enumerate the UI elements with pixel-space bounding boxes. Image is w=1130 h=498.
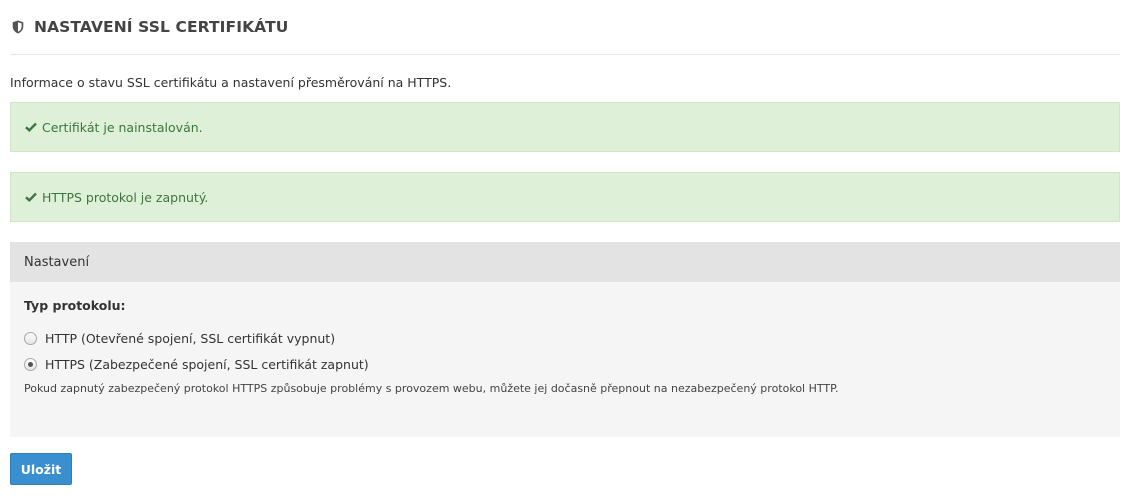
page-header: NASTAVENÍ SSL CERTIFIKÁTU xyxy=(10,0,1120,55)
page-title: NASTAVENÍ SSL CERTIFIKÁTU xyxy=(34,18,289,36)
radio-https[interactable]: HTTPS (Zabezpečené spojení, SSL certifik… xyxy=(24,355,1106,373)
radio-button-http[interactable] xyxy=(24,331,37,345)
protocol-radio-group: HTTP (Otevřené spojení, SSL certifikát v… xyxy=(24,329,1106,373)
alert-text: Certifikát je nainstalován. xyxy=(42,119,203,135)
protocol-type-label: Typ protokolu: xyxy=(24,298,126,313)
alert-certificate-installed: Certifikát je nainstalován. xyxy=(10,102,1120,152)
ssl-settings-page: NASTAVENÍ SSL CERTIFIKÁTU Informace o st… xyxy=(0,0,1130,498)
shield-icon xyxy=(12,20,26,34)
save-button[interactable]: Uložit xyxy=(10,453,72,485)
radio-label-https: HTTPS (Zabezpečené spojení, SSL certifik… xyxy=(45,356,369,372)
radio-label-http: HTTP (Otevřené spojení, SSL certifikát v… xyxy=(45,330,336,346)
check-icon xyxy=(25,192,38,203)
intro-text: Informace o stavu SSL certifikátu a nast… xyxy=(10,75,452,90)
radio-button-https[interactable] xyxy=(24,357,37,371)
panel-heading: Nastavení xyxy=(10,242,1120,282)
radio-http[interactable]: HTTP (Otevřené spojení, SSL certifikát v… xyxy=(24,329,1106,347)
alert-text: HTTPS protokol je zapnutý. xyxy=(42,189,209,205)
help-text: Pokud zapnutý zabezpečený protokol HTTPS… xyxy=(24,382,839,395)
alert-https-enabled: HTTPS protokol je zapnutý. xyxy=(10,172,1120,222)
check-icon xyxy=(25,122,38,133)
panel-body: Typ protokolu: HTTP (Otevřené spojení, S… xyxy=(10,282,1120,396)
settings-panel: Nastavení Typ protokolu: HTTP (Otevřené … xyxy=(10,242,1120,437)
